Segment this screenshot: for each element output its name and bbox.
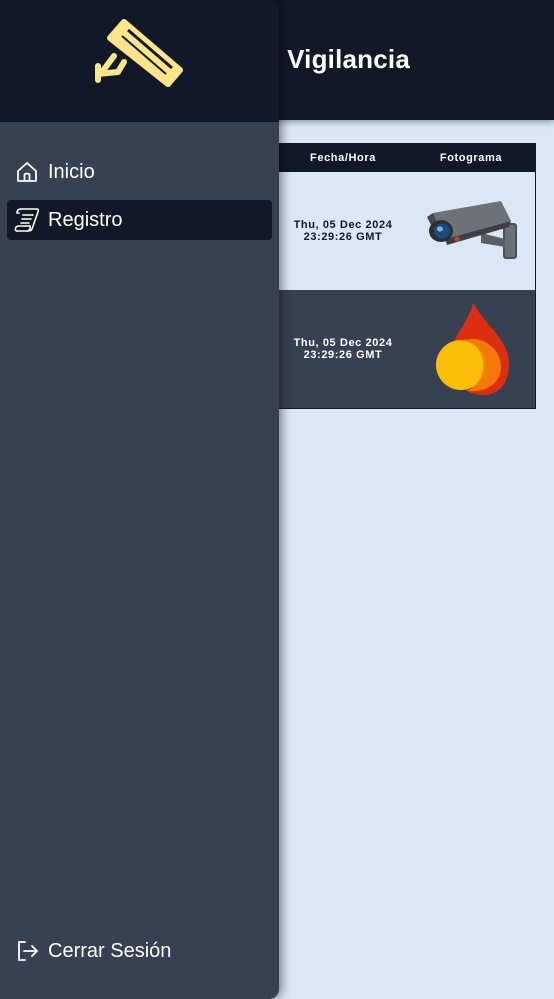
row-time: 23:29:26 GMT [303, 349, 383, 361]
sidebar-item-inicio[interactable]: Inicio [7, 152, 272, 192]
row-frame-thumbnail[interactable] [407, 172, 535, 290]
fire-image [436, 303, 509, 395]
page-title: e Vigilancia [265, 44, 410, 74]
row-date: Thu, 05 Dec 2024 [293, 337, 393, 349]
row-date: Thu, 05 Dec 2024 [293, 219, 393, 231]
logout-icon [14, 938, 40, 964]
security-camera-icon [95, 19, 183, 87]
logout-label: Cerrar Sesión [48, 939, 172, 962]
row-time: 23:29:26 GMT [303, 231, 383, 243]
column-header-frame: Fotograma [439, 152, 503, 164]
navigation-drawer: Inicio Registro Cerrar Sesión [0, 0, 279, 999]
home-icon [14, 159, 40, 185]
security-camera-image [427, 201, 517, 259]
row-frame-thumbnail[interactable] [407, 290, 535, 408]
drawer-header [0, 0, 279, 122]
sidebar-item-label: Inicio [48, 160, 95, 183]
sidebar-item-label: Registro [48, 208, 123, 231]
sidebar-item-registro[interactable]: Registro [7, 200, 272, 240]
logout-button[interactable]: Cerrar Sesión [7, 931, 272, 971]
scroll-icon [14, 207, 40, 233]
